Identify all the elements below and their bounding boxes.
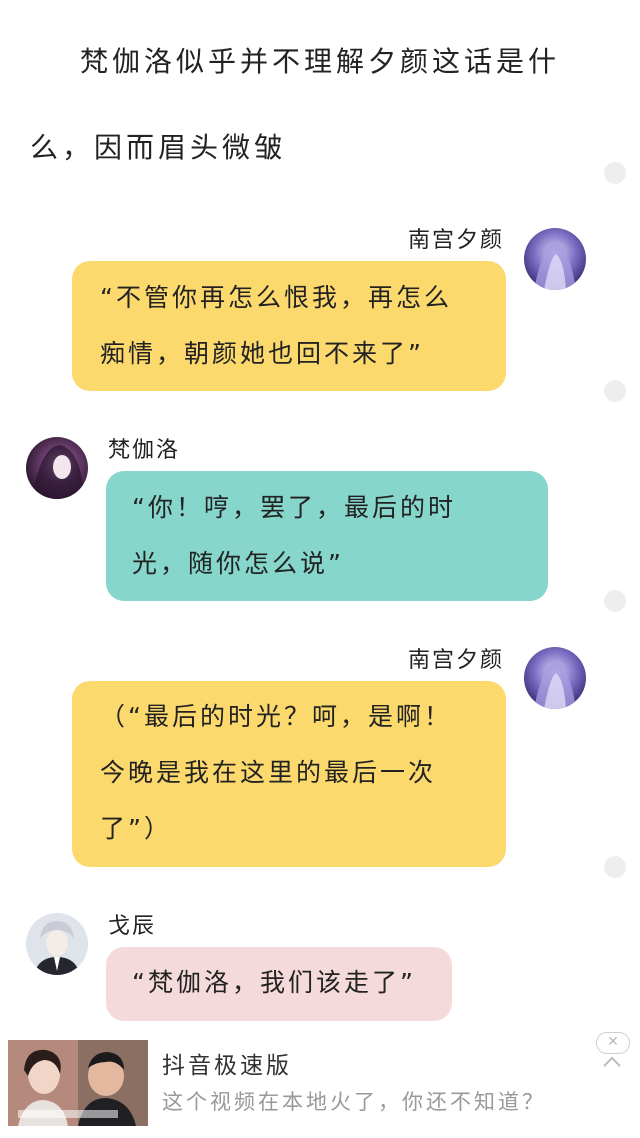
message-bubble: “不管你再怎么恨我，再怎么 痴情，朝颜她也回不来了”: [72, 261, 506, 391]
side-dot[interactable]: [604, 162, 626, 184]
ad-subtitle[interactable]: 这个视频在本地火了，你还不知道？: [162, 1086, 546, 1116]
avatar-nangong-xiyan[interactable]: [524, 228, 586, 290]
side-dot[interactable]: [604, 856, 626, 878]
message-bubble: “你！哼，罢了，最后的时 光，随你怎么说”: [106, 471, 548, 601]
ad-video-thumbnail-icon: [8, 1040, 148, 1126]
sender-name-nangong-xiyan: 南宫夕颜: [407, 648, 504, 673]
avatar-fan-jialuo[interactable]: [26, 437, 88, 499]
ad-title[interactable]: 抖音极速版: [162, 1046, 292, 1080]
ad-banner[interactable]: 抖音极速版 这个视频在本地火了，你还不知道？: [0, 1032, 640, 1138]
avatar-image-icon: [26, 437, 88, 499]
avatar-image-icon: [524, 228, 586, 290]
avatar-image-icon: [524, 647, 586, 709]
ad-close-button[interactable]: ✕: [596, 1032, 630, 1054]
avatar-image-icon: [26, 913, 88, 975]
side-dot[interactable]: [604, 590, 626, 612]
avatar-nangong-xiyan[interactable]: [524, 647, 586, 709]
avatar-ge-chen[interactable]: [26, 913, 88, 975]
ad-thumbnail[interactable]: [8, 1040, 148, 1126]
narration-line-2: 么，因而眉头微皱: [30, 131, 287, 164]
chevron-up-icon[interactable]: [601, 1054, 623, 1070]
narration-line-1: 梵伽洛似乎并不理解夕颜这话是什: [79, 45, 560, 78]
sender-name-ge-chen: 戈辰: [108, 914, 157, 939]
message-bubble: （“最后的时光？呵，是啊！ 今晚是我在这里的最后一次 了”）: [72, 681, 506, 867]
sender-name-fan-jialuo: 梵伽洛: [108, 438, 181, 463]
message-bubble: “梵伽洛，我们该走了”: [106, 947, 452, 1021]
sender-name-nangong-xiyan: 南宫夕颜: [407, 228, 504, 253]
side-dot[interactable]: [604, 380, 626, 402]
